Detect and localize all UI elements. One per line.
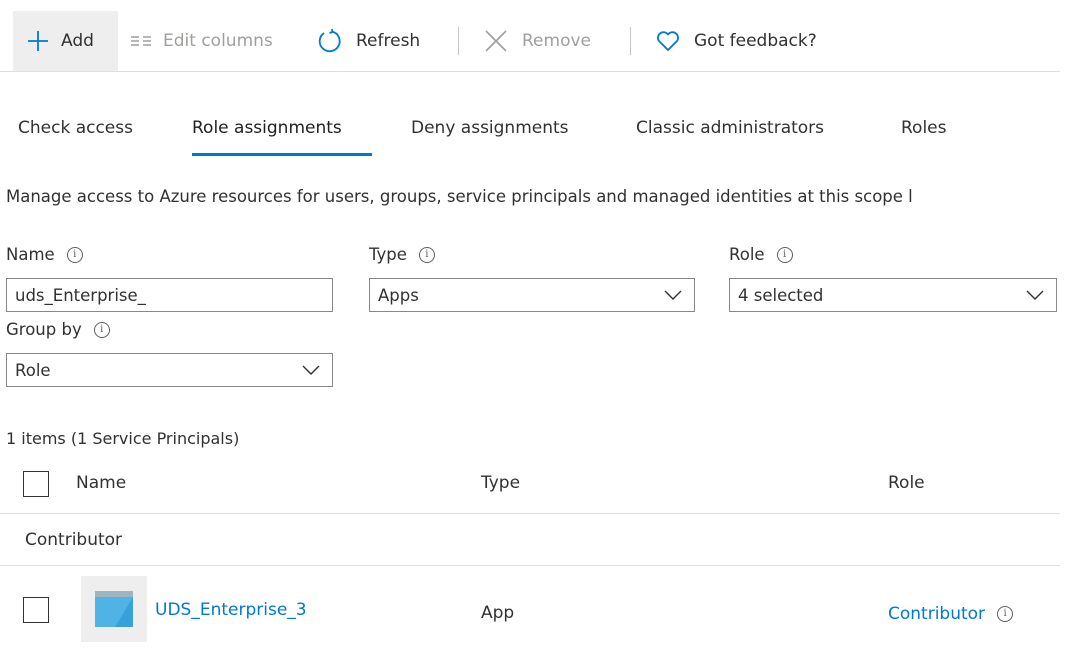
column-header-type[interactable]: Type <box>481 473 520 493</box>
name-filter-label: Name i <box>6 245 83 264</box>
role-filter-label-text: Role <box>729 245 765 264</box>
header-divider <box>0 513 1060 514</box>
column-header-name[interactable]: Name <box>76 473 126 493</box>
row-type: App <box>481 603 515 623</box>
info-icon[interactable]: i <box>997 606 1014 622</box>
role-filter-value: 4 selected <box>738 285 824 305</box>
command-bar: Add Edit columns Refresh Remove Got feed… <box>0 11 1060 72</box>
remove-label: Remove <box>522 31 591 51</box>
role-filter-dropdown[interactable]: 4 selected <box>729 278 1057 312</box>
name-filter-label-text: Name <box>6 245 55 264</box>
refresh-button[interactable]: Refresh <box>316 11 420 71</box>
toolbar-divider <box>458 27 459 55</box>
group-by-value: Role <box>15 360 51 380</box>
remove-button[interactable]: Remove <box>484 11 591 71</box>
row-name-link[interactable]: UDS_Enterprise_3 <box>155 600 307 620</box>
role-filter-label: Role i <box>729 245 793 264</box>
close-icon <box>484 29 508 53</box>
chevron-down-icon <box>302 365 320 375</box>
edit-columns-label: Edit columns <box>163 31 273 51</box>
add-button[interactable]: Add <box>13 11 118 71</box>
feedback-label: Got feedback? <box>694 31 817 51</box>
tab-deny-assignments[interactable]: Deny assignments <box>411 118 569 138</box>
tab-role-assignments[interactable]: Role assignments <box>192 118 342 138</box>
results-count: 1 items (1 Service Principals) <box>6 429 240 448</box>
tab-check-access[interactable]: Check access <box>18 118 133 138</box>
plus-icon <box>27 30 49 52</box>
edit-columns-button[interactable]: Edit columns <box>131 11 273 71</box>
chevron-down-icon <box>1026 290 1044 300</box>
tab-roles[interactable]: Roles <box>901 118 947 138</box>
info-icon[interactable]: i <box>776 246 793 263</box>
type-filter-label: Type i <box>369 245 435 264</box>
row-role: Contributor i <box>888 604 1014 624</box>
add-button-label: Add <box>61 31 94 51</box>
type-filter-value: Apps <box>378 285 419 305</box>
type-filter-dropdown[interactable]: Apps <box>369 278 695 312</box>
info-icon[interactable]: i <box>66 246 83 263</box>
group-by-label-text: Group by <box>6 320 82 339</box>
row-role-link[interactable]: Contributor <box>888 604 985 624</box>
group-header-contributor: Contributor <box>25 530 123 550</box>
name-filter-input[interactable]: uds_Enterprise_ <box>6 278 333 312</box>
info-icon[interactable]: i <box>93 321 110 338</box>
type-filter-label-text: Type <box>369 245 407 264</box>
group-divider <box>0 565 1060 566</box>
name-filter-value: uds_Enterprise_ <box>15 285 146 305</box>
info-icon[interactable]: i <box>418 246 435 263</box>
columns-icon <box>131 34 151 48</box>
group-by-dropdown[interactable]: Role <box>6 353 333 387</box>
heart-icon <box>656 30 680 52</box>
app-icon <box>81 576 147 642</box>
refresh-icon <box>316 28 342 54</box>
feedback-button[interactable]: Got feedback? <box>656 11 817 71</box>
page-description: Manage access to Azure resources for use… <box>6 187 913 206</box>
group-by-label: Group by i <box>6 320 110 339</box>
active-tab-indicator <box>192 153 372 156</box>
chevron-down-icon <box>664 290 682 300</box>
column-header-role[interactable]: Role <box>888 473 925 493</box>
toolbar-divider <box>630 27 631 55</box>
row-checkbox[interactable] <box>23 597 49 623</box>
refresh-label: Refresh <box>356 31 421 51</box>
select-all-checkbox[interactable] <box>23 471 49 497</box>
tab-classic-administrators[interactable]: Classic administrators <box>636 118 824 138</box>
